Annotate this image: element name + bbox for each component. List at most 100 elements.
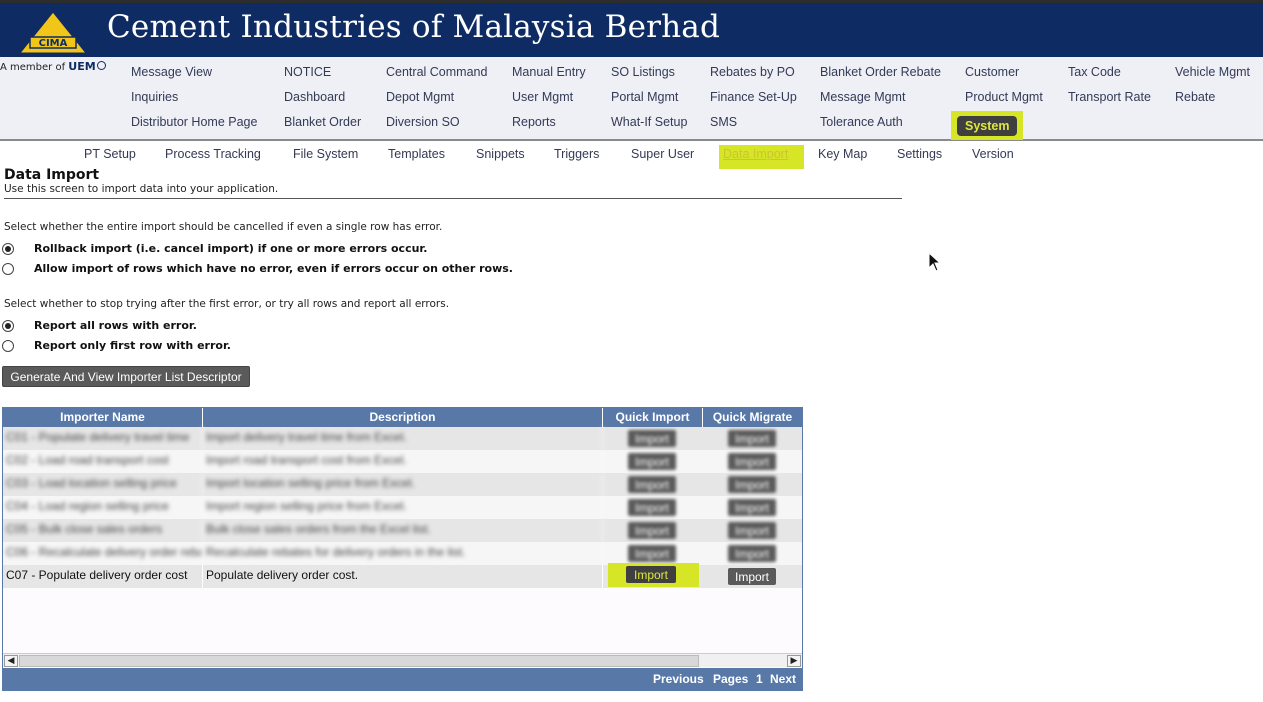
grid-pager: Previous Pages 1 Next	[3, 668, 802, 691]
tab-settings[interactable]: Settings	[897, 147, 942, 161]
header-importer-name[interactable]: Importer Name	[3, 408, 203, 427]
page-title: Data Import	[4, 167, 100, 183]
nav-portal-mgmt[interactable]: Portal Mgmt	[611, 90, 687, 115]
scroll-left-arrow-icon[interactable]: ◀	[4, 655, 18, 667]
nav-notice[interactable]: NOTICE	[284, 65, 361, 90]
header-description[interactable]: Description	[203, 408, 603, 427]
pager-next[interactable]: Next	[770, 672, 796, 686]
generate-descriptor-button[interactable]: Generate And View Importer List Descript…	[2, 366, 250, 387]
nav-tolerance-auth[interactable]: Tolerance Auth	[820, 115, 941, 140]
nav-vehicle-mgmt[interactable]: Vehicle Mgmt	[1175, 65, 1250, 90]
tab-version[interactable]: Version	[972, 147, 1014, 161]
tab-key-map[interactable]: Key Map	[818, 147, 867, 161]
tab-super-user[interactable]: Super User	[631, 147, 694, 161]
uem-globe-icon	[96, 61, 106, 70]
nav-inquiries[interactable]: Inquiries	[131, 90, 257, 115]
page-subtitle: Use this screen to import data into your…	[4, 183, 279, 195]
nav-transport-rate[interactable]: Transport Rate	[1068, 90, 1151, 115]
nav-tax-code[interactable]: Tax Code	[1068, 65, 1151, 90]
table-row: C06 - Recalculate delivery order rebate …	[3, 542, 802, 565]
logo-text: CIMA	[39, 38, 68, 49]
importer-name: C07 - Populate delivery order cost	[3, 565, 203, 588]
rollback-question: Select whether the entire import should …	[4, 221, 443, 233]
quick-migrate-button[interactable]: Import	[728, 430, 776, 447]
quick-import-button[interactable]: Import	[628, 430, 676, 447]
quick-migrate-button[interactable]: Import	[728, 499, 776, 516]
quick-migrate-button[interactable]: Import	[728, 522, 776, 539]
allow-partial-radio[interactable]	[2, 263, 14, 275]
brand-title: Cement Industries of Malaysia Berhad	[107, 9, 721, 45]
tab-data-import-highlight[interactable]: Data Import	[719, 145, 804, 169]
nav-distributor-home-page[interactable]: Distributor Home Page	[131, 115, 257, 140]
scroll-thumb[interactable]	[19, 655, 699, 667]
header-quick-import[interactable]: Quick Import	[603, 408, 703, 427]
nav-column-7: Blanket Order Rebate Message Mgmt Tolera…	[820, 65, 941, 140]
rollback-label[interactable]: Rollback import (i.e. cancel import) if …	[34, 242, 427, 255]
rollback-radio[interactable]	[2, 243, 14, 255]
nav-blanket-order[interactable]: Blanket Order	[284, 115, 361, 140]
scroll-right-arrow-icon[interactable]: ▶	[787, 655, 801, 667]
quick-import-highlight[interactable]: Import	[608, 563, 699, 587]
importer-description: Import delivery travel time from Excel.	[203, 427, 603, 450]
nav-blanket-order-rebate[interactable]: Blanket Order Rebate	[820, 65, 941, 90]
importer-name: C04 - Load region selling price	[3, 496, 203, 519]
importer-description: Bulk close sales orders from the Excel l…	[203, 519, 603, 542]
nav-sms[interactable]: SMS	[710, 115, 797, 140]
nav-column-6: Rebates by PO Finance Set-Up SMS	[710, 65, 797, 140]
nav-column-4: Manual Entry User Mgmt Reports	[512, 65, 586, 140]
pager-page-1[interactable]: 1	[756, 672, 763, 686]
report-all-label[interactable]: Report all rows with error.	[34, 319, 197, 332]
allow-partial-label[interactable]: Allow import of rows which have no error…	[34, 262, 513, 275]
nav-message-view[interactable]: Message View	[131, 65, 257, 90]
nav-so-listings[interactable]: SO Listings	[611, 65, 687, 90]
quick-import-button[interactable]: Import	[628, 499, 676, 516]
tab-file-system[interactable]: File System	[293, 147, 358, 161]
horizontal-scrollbar[interactable]: ◀ ▶	[3, 653, 802, 667]
nav-finance-setup[interactable]: Finance Set-Up	[710, 90, 797, 115]
tab-process-tracking[interactable]: Process Tracking	[165, 147, 261, 161]
quick-migrate-button[interactable]: Import	[728, 476, 776, 493]
mouse-cursor-icon	[928, 252, 942, 272]
quick-migrate-button[interactable]: Import	[728, 545, 776, 562]
tab-pt-setup[interactable]: PT Setup	[84, 147, 136, 161]
tab-snippets[interactable]: Snippets	[476, 147, 525, 161]
table-row: C04 - Load region selling price Import r…	[3, 496, 802, 519]
quick-migrate-button[interactable]: Import	[728, 568, 776, 585]
header-quick-migrate[interactable]: Quick Migrate	[703, 408, 802, 427]
nav-rebate[interactable]: Rebate	[1175, 90, 1250, 115]
quick-import-button[interactable]: Import	[626, 566, 676, 583]
nav-column-8: Customer Product Mgmt System	[951, 65, 1043, 140]
nav-system[interactable]: System	[957, 116, 1018, 136]
quick-import-button[interactable]: Import	[628, 476, 676, 493]
nav-column-3: Central Command Depot Mgmt Diversion SO	[386, 65, 487, 140]
report-all-radio[interactable]	[2, 320, 14, 332]
nav-what-if-setup[interactable]: What-If Setup	[611, 115, 687, 140]
table-row: C02 - Load road transport cost Import ro…	[3, 450, 802, 473]
nav-user-mgmt[interactable]: User Mgmt	[512, 90, 586, 115]
nav-column-10: Vehicle Mgmt Rebate	[1175, 65, 1250, 115]
nav-rebates-by-po[interactable]: Rebates by PO	[710, 65, 797, 90]
quick-import-button[interactable]: Import	[628, 522, 676, 539]
report-first-label[interactable]: Report only first row with error.	[34, 339, 231, 352]
table-row: C03 - Load location selling price Import…	[3, 473, 802, 496]
nav-reports[interactable]: Reports	[512, 115, 586, 140]
nav-dashboard[interactable]: Dashboard	[284, 90, 361, 115]
report-first-radio[interactable]	[2, 340, 14, 352]
nav-depot-mgmt[interactable]: Depot Mgmt	[386, 90, 487, 115]
importer-description: Populate delivery order cost.	[203, 565, 603, 588]
nav-diversion-so[interactable]: Diversion SO	[386, 115, 487, 140]
quick-migrate-button[interactable]: Import	[728, 453, 776, 470]
nav-column-5: SO Listings Portal Mgmt What-If Setup	[611, 65, 687, 140]
pager-previous[interactable]: Previous	[653, 672, 704, 686]
nav-central-command[interactable]: Central Command	[386, 65, 487, 90]
tab-triggers[interactable]: Triggers	[554, 147, 599, 161]
nav-message-mgmt[interactable]: Message Mgmt	[820, 90, 941, 115]
quick-import-button[interactable]: Import	[628, 545, 676, 562]
nav-customer[interactable]: Customer	[965, 65, 1043, 90]
quick-import-button[interactable]: Import	[628, 453, 676, 470]
tab-templates[interactable]: Templates	[388, 147, 445, 161]
nav-system-highlight[interactable]: System	[951, 111, 1024, 140]
tab-data-import[interactable]: Data Import	[723, 147, 788, 161]
importer-name: C01 - Populate delivery travel time	[3, 427, 203, 450]
nav-manual-entry[interactable]: Manual Entry	[512, 65, 586, 90]
